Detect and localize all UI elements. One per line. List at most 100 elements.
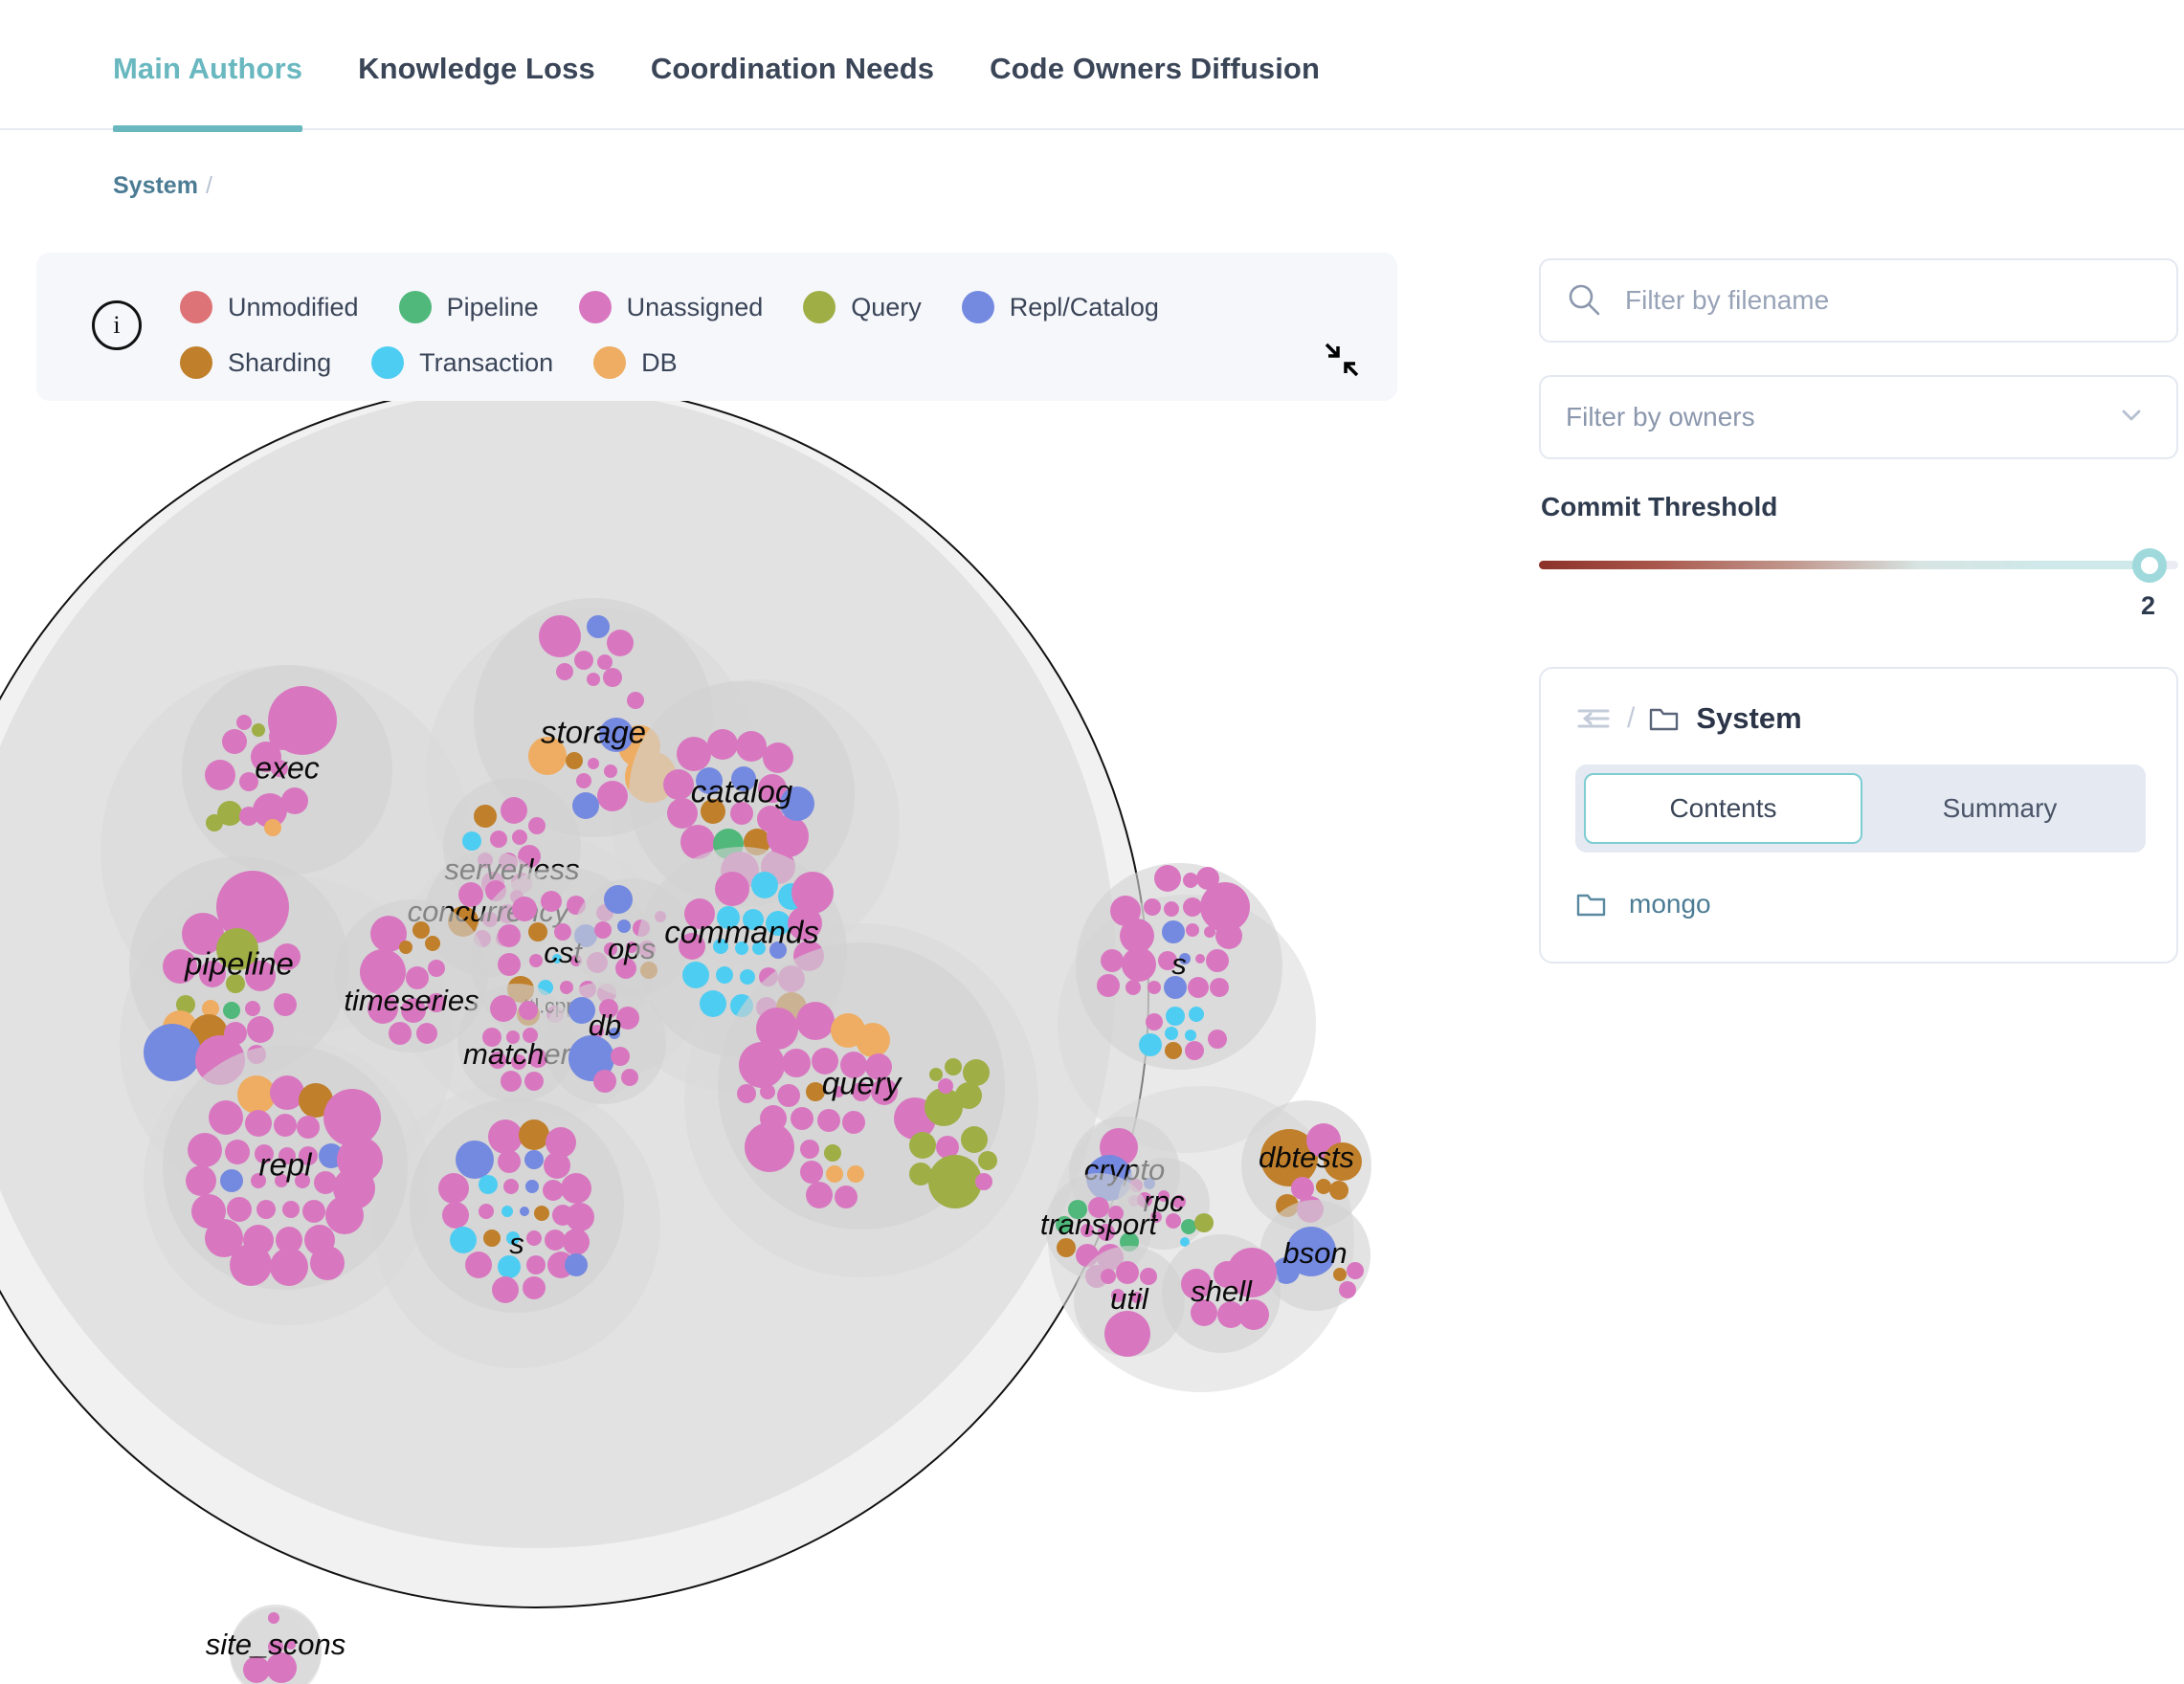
file-bubble[interactable]	[245, 1110, 272, 1137]
file-bubble[interactable]	[574, 651, 593, 670]
file-bubble[interactable]	[677, 737, 711, 771]
file-bubble[interactable]	[1181, 1219, 1196, 1234]
file-bubble[interactable]	[1208, 1030, 1227, 1049]
legend-item-sharding[interactable]: Sharding	[180, 346, 331, 379]
tab-code-owners-diffusion[interactable]: Code Owners Diffusion	[990, 52, 1320, 130]
file-bubble[interactable]	[428, 960, 445, 977]
file-bubble[interactable]	[1146, 1013, 1163, 1030]
file-bubble[interactable]	[479, 1175, 498, 1194]
file-bubble[interactable]	[501, 1206, 513, 1217]
bubble-group[interactable]: s	[410, 1098, 624, 1313]
file-bubble[interactable]	[498, 924, 521, 947]
file-bubble[interactable]	[556, 663, 573, 680]
file-bubble[interactable]	[144, 1024, 201, 1081]
file-bubble[interactable]	[604, 885, 633, 914]
file-bubble[interactable]	[1164, 901, 1179, 917]
file-bubble[interactable]	[503, 1179, 519, 1194]
file-bubble[interactable]	[1101, 949, 1124, 972]
file-bubble[interactable]	[576, 773, 591, 788]
file-bubble[interactable]	[236, 715, 252, 730]
file-bubble[interactable]	[824, 1144, 841, 1162]
file-bubble[interactable]	[751, 872, 778, 898]
file-bubble[interactable]	[1339, 1281, 1356, 1298]
file-bubble[interactable]	[1188, 977, 1209, 998]
file-bubble[interactable]	[490, 995, 517, 1022]
file-bubble[interactable]	[1165, 1042, 1182, 1059]
file-bubble[interactable]	[1144, 898, 1161, 916]
file-bubble[interactable]	[186, 1165, 216, 1196]
file-bubble[interactable]	[1104, 1311, 1150, 1357]
file-bubble[interactable]	[1347, 1262, 1364, 1279]
bubble-group[interactable]: repl	[163, 1045, 408, 1290]
file-bubble[interactable]	[978, 1151, 997, 1170]
file-bubble[interactable]	[268, 1612, 279, 1624]
file-bubble[interactable]	[543, 1180, 564, 1201]
bubble-chart-svg[interactable]: execstoragecatalogserverlessconcurrencyc…	[0, 316, 1455, 1684]
bubble-group[interactable]: exec	[182, 665, 392, 875]
file-bubble[interactable]	[1097, 974, 1120, 997]
file-bubble[interactable]	[1125, 980, 1141, 995]
file-bubble[interactable]	[806, 1182, 833, 1208]
file-bubble[interactable]	[587, 673, 600, 686]
file-bubble[interactable]	[512, 830, 527, 845]
bubble-group[interactable]: db	[544, 982, 666, 1104]
file-bubble[interactable]	[739, 1042, 785, 1088]
file-bubble[interactable]	[1186, 923, 1199, 937]
file-bubble[interactable]	[1116, 1261, 1139, 1284]
bubble-group[interactable]: query	[718, 942, 1005, 1230]
file-bubble[interactable]	[566, 752, 583, 769]
file-bubble[interactable]	[607, 630, 634, 656]
file-bubble[interactable]	[1122, 947, 1156, 982]
file-bubble[interactable]	[490, 831, 507, 848]
file-bubble[interactable]	[227, 1197, 252, 1222]
file-bubble[interactable]	[1316, 1179, 1331, 1194]
file-bubble[interactable]	[438, 1173, 469, 1204]
bubble-group[interactable]: shell	[1162, 1234, 1281, 1353]
search-input[interactable]: Filter by filename	[1539, 258, 2178, 343]
file-bubble[interactable]	[523, 1276, 546, 1299]
file-bubble[interactable]	[223, 1002, 240, 1019]
file-bubble[interactable]	[835, 1185, 858, 1208]
file-bubble[interactable]	[529, 954, 543, 967]
file-bubble[interactable]	[945, 1058, 962, 1075]
file-bubble[interactable]	[488, 1119, 523, 1154]
tree-item-mongo[interactable]: mongo	[1575, 889, 2142, 920]
file-bubble[interactable]	[791, 872, 834, 914]
file-bubble[interactable]	[323, 1089, 381, 1146]
file-bubble[interactable]	[603, 668, 622, 687]
file-bubble[interactable]	[274, 1114, 297, 1137]
file-bubble[interactable]	[565, 1253, 588, 1276]
file-bubble[interactable]	[442, 1202, 469, 1229]
breadcrumb-item-system[interactable]: System	[113, 172, 198, 199]
legend-item-unassigned[interactable]: Unassigned	[579, 291, 764, 323]
file-bubble[interactable]	[817, 1109, 840, 1132]
file-bubble[interactable]	[745, 1122, 794, 1172]
tab-main-authors[interactable]: Main Authors	[113, 52, 302, 130]
file-bubble[interactable]	[483, 1230, 501, 1247]
file-bubble[interactable]	[209, 1100, 243, 1135]
file-bubble[interactable]	[663, 769, 694, 800]
file-bubble[interactable]	[1185, 1030, 1196, 1041]
file-bubble[interactable]	[1148, 981, 1161, 994]
info-icon[interactable]: i	[92, 300, 142, 350]
file-bubble[interactable]	[498, 953, 521, 976]
file-bubble[interactable]	[389, 1022, 412, 1045]
collapse-arrows-icon[interactable]	[1323, 341, 1361, 379]
file-bubble[interactable]	[492, 1276, 519, 1303]
file-bubble[interactable]	[399, 941, 412, 954]
file-bubble[interactable]	[268, 686, 337, 755]
file-bubble[interactable]	[206, 814, 223, 831]
commit-threshold-slider[interactable]	[1539, 543, 2178, 586]
file-bubble[interactable]	[465, 1252, 492, 1278]
file-bubble[interactable]	[963, 1059, 990, 1086]
file-bubble[interactable]	[561, 1173, 591, 1204]
file-bubble[interactable]	[587, 615, 610, 638]
file-bubble[interactable]	[1139, 1033, 1162, 1056]
file-bubble[interactable]	[456, 1141, 494, 1179]
file-bubble[interactable]	[737, 1084, 756, 1103]
file-bubble[interactable]	[270, 1248, 308, 1286]
file-bubble[interactable]	[682, 962, 709, 988]
file-bubble[interactable]	[1162, 920, 1185, 943]
legend-item-repl-catalog[interactable]: Repl/Catalog	[962, 291, 1159, 323]
file-bubble[interactable]	[474, 805, 497, 828]
